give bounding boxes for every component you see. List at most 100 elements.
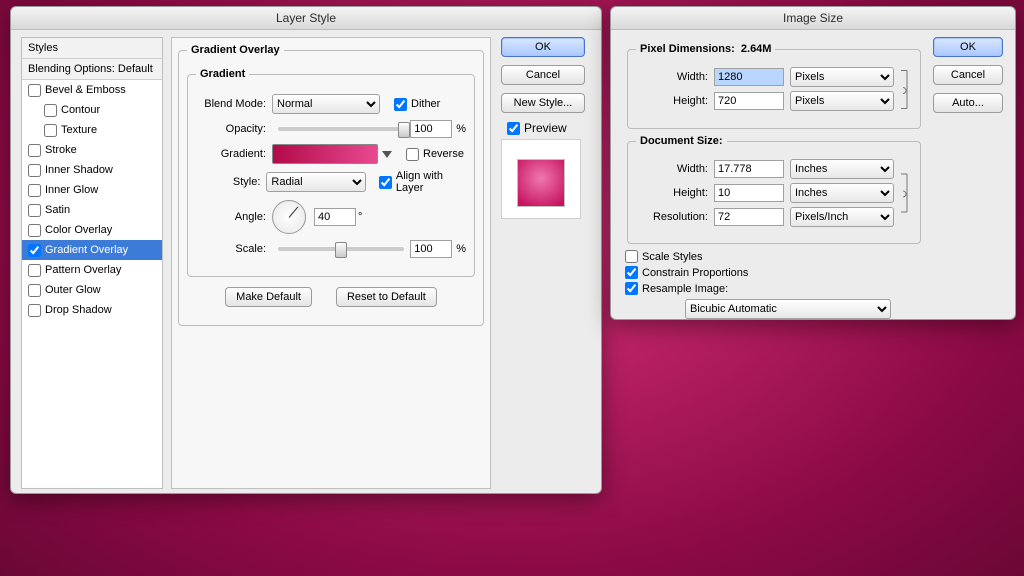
new-style-button[interactable]: New Style... <box>501 93 585 113</box>
auto-button[interactable]: Auto... <box>933 93 1003 113</box>
scale-label: Scale: <box>196 243 266 255</box>
style-item-inner-shadow[interactable]: Inner Shadow <box>22 160 162 180</box>
reverse-input[interactable] <box>406 148 419 161</box>
layer-style-title: Layer Style <box>11 7 601 30</box>
angle-wheel[interactable] <box>272 200 306 234</box>
style-label: Style: <box>196 176 260 188</box>
ok-button[interactable]: OK <box>501 37 585 57</box>
doc-width-unit[interactable]: Inches <box>790 159 894 179</box>
style-item-satin[interactable]: Satin <box>22 200 162 220</box>
style-item-label: Inner Glow <box>45 184 98 196</box>
angle-unit: ° <box>358 211 362 223</box>
scale-input[interactable] <box>410 240 452 258</box>
style-item-stroke[interactable]: Stroke <box>22 140 162 160</box>
angle-input[interactable] <box>314 208 356 226</box>
preview-input[interactable] <box>507 122 520 135</box>
styles-header[interactable]: Styles <box>22 38 162 59</box>
style-item-inner-glow[interactable]: Inner Glow <box>22 180 162 200</box>
ok-button[interactable]: OK <box>933 37 1003 57</box>
preview-checkbox[interactable]: Preview <box>507 121 591 135</box>
style-item-checkbox[interactable] <box>28 184 41 197</box>
resolution-input[interactable] <box>714 208 784 226</box>
pixel-dimensions-group: Pixel Dimensions: 2.64M Width: Pixels He… <box>627 43 921 129</box>
doc-width-input[interactable] <box>714 160 784 178</box>
styles-list: Styles Blending Options: Default Bevel &… <box>21 37 163 489</box>
doc-height-input[interactable] <box>714 184 784 202</box>
dither-checkbox[interactable]: Dither <box>394 98 440 111</box>
reset-default-button[interactable]: Reset to Default <box>336 287 437 307</box>
px-width-input[interactable] <box>714 68 784 86</box>
blend-mode-label: Blend Mode: <box>196 98 266 110</box>
pixel-dimensions-legend: Pixel Dimensions: 2.64M <box>636 43 775 55</box>
scale-slider[interactable] <box>278 247 404 251</box>
reverse-checkbox[interactable]: Reverse <box>406 148 464 161</box>
style-item-label: Drop Shadow <box>45 304 112 316</box>
style-select[interactable]: Radial <box>266 172 366 192</box>
style-item-label: Stroke <box>45 144 77 156</box>
document-size-legend: Document Size: <box>636 135 727 147</box>
px-width-unit[interactable]: Pixels <box>790 67 894 87</box>
style-item-gradient-overlay[interactable]: Gradient Overlay <box>22 240 162 260</box>
align-input[interactable] <box>379 176 392 189</box>
align-checkbox[interactable]: Align with Layer <box>379 170 466 194</box>
style-item-color-overlay[interactable]: Color Overlay <box>22 220 162 240</box>
layer-style-dialog: Layer Style Styles Blending Options: Def… <box>10 6 602 494</box>
opacity-slider[interactable] <box>278 127 404 131</box>
resample-method-select[interactable]: Bicubic Automatic <box>685 299 891 319</box>
gradient-dropdown-icon[interactable] <box>382 151 392 158</box>
blending-options-header[interactable]: Blending Options: Default <box>22 59 162 80</box>
style-item-bevel-emboss[interactable]: Bevel & Emboss <box>22 80 162 100</box>
style-item-checkbox[interactable] <box>28 144 41 157</box>
gradient-swatch[interactable] <box>272 144 378 164</box>
style-item-checkbox[interactable] <box>44 104 57 117</box>
doc-height-unit[interactable]: Inches <box>790 183 894 203</box>
style-item-checkbox[interactable] <box>28 264 41 277</box>
cancel-button[interactable]: Cancel <box>501 65 585 85</box>
angle-label: Angle: <box>196 211 266 223</box>
style-item-label: Pattern Overlay <box>45 264 121 276</box>
make-default-button[interactable]: Make Default <box>225 287 312 307</box>
px-height-input[interactable] <box>714 92 784 110</box>
style-item-label: Gradient Overlay <box>45 244 128 256</box>
style-item-outer-glow[interactable]: Outer Glow <box>22 280 162 300</box>
gradient-overlay-panel: Gradient Overlay Gradient Blend Mode: No… <box>171 37 491 489</box>
resample-input[interactable] <box>625 282 638 295</box>
style-item-checkbox[interactable] <box>28 284 41 297</box>
preview-swatch-box <box>501 139 581 219</box>
doc-height-label: Height: <box>636 187 708 199</box>
style-item-label: Satin <box>45 204 70 216</box>
scale-styles-input[interactable] <box>625 250 638 263</box>
style-item-label: Contour <box>61 104 100 116</box>
style-item-label: Inner Shadow <box>45 164 113 176</box>
gradient-overlay-group: Gradient Overlay Gradient Blend Mode: No… <box>178 44 484 326</box>
style-item-label: Color Overlay <box>45 224 112 236</box>
style-item-checkbox[interactable] <box>28 304 41 317</box>
style-item-checkbox[interactable] <box>28 204 41 217</box>
resolution-unit[interactable]: Pixels/Inch <box>790 207 894 227</box>
blend-mode-select[interactable]: Normal <box>272 94 380 114</box>
style-item-pattern-overlay[interactable]: Pattern Overlay <box>22 260 162 280</box>
style-item-drop-shadow[interactable]: Drop Shadow <box>22 300 162 320</box>
layer-style-buttons: OK Cancel New Style... Preview <box>501 37 591 219</box>
doc-width-label: Width: <box>636 163 708 175</box>
image-size-dialog: Image Size Pixel Dimensions: 2.64M Width… <box>610 6 1016 320</box>
scale-unit: % <box>456 243 466 255</box>
document-size-group: Document Size: Width: Inches Height: Inc… <box>627 135 921 244</box>
opacity-input[interactable] <box>410 120 452 138</box>
link-icon <box>898 63 912 116</box>
style-item-checkbox[interactable] <box>28 164 41 177</box>
style-item-label: Bevel & Emboss <box>45 84 126 96</box>
style-item-texture[interactable]: Texture <box>22 120 162 140</box>
dither-input[interactable] <box>394 98 407 111</box>
style-item-checkbox[interactable] <box>28 84 41 97</box>
constrain-checkbox[interactable]: Constrain Proportions <box>625 266 921 279</box>
constrain-input[interactable] <box>625 266 638 279</box>
style-item-checkbox[interactable] <box>28 244 41 257</box>
style-item-checkbox[interactable] <box>28 224 41 237</box>
style-item-contour[interactable]: Contour <box>22 100 162 120</box>
px-height-unit[interactable]: Pixels <box>790 91 894 111</box>
scale-styles-checkbox[interactable]: Scale Styles <box>625 250 921 263</box>
style-item-checkbox[interactable] <box>44 124 57 137</box>
resample-checkbox[interactable]: Resample Image: <box>625 282 921 295</box>
cancel-button[interactable]: Cancel <box>933 65 1003 85</box>
